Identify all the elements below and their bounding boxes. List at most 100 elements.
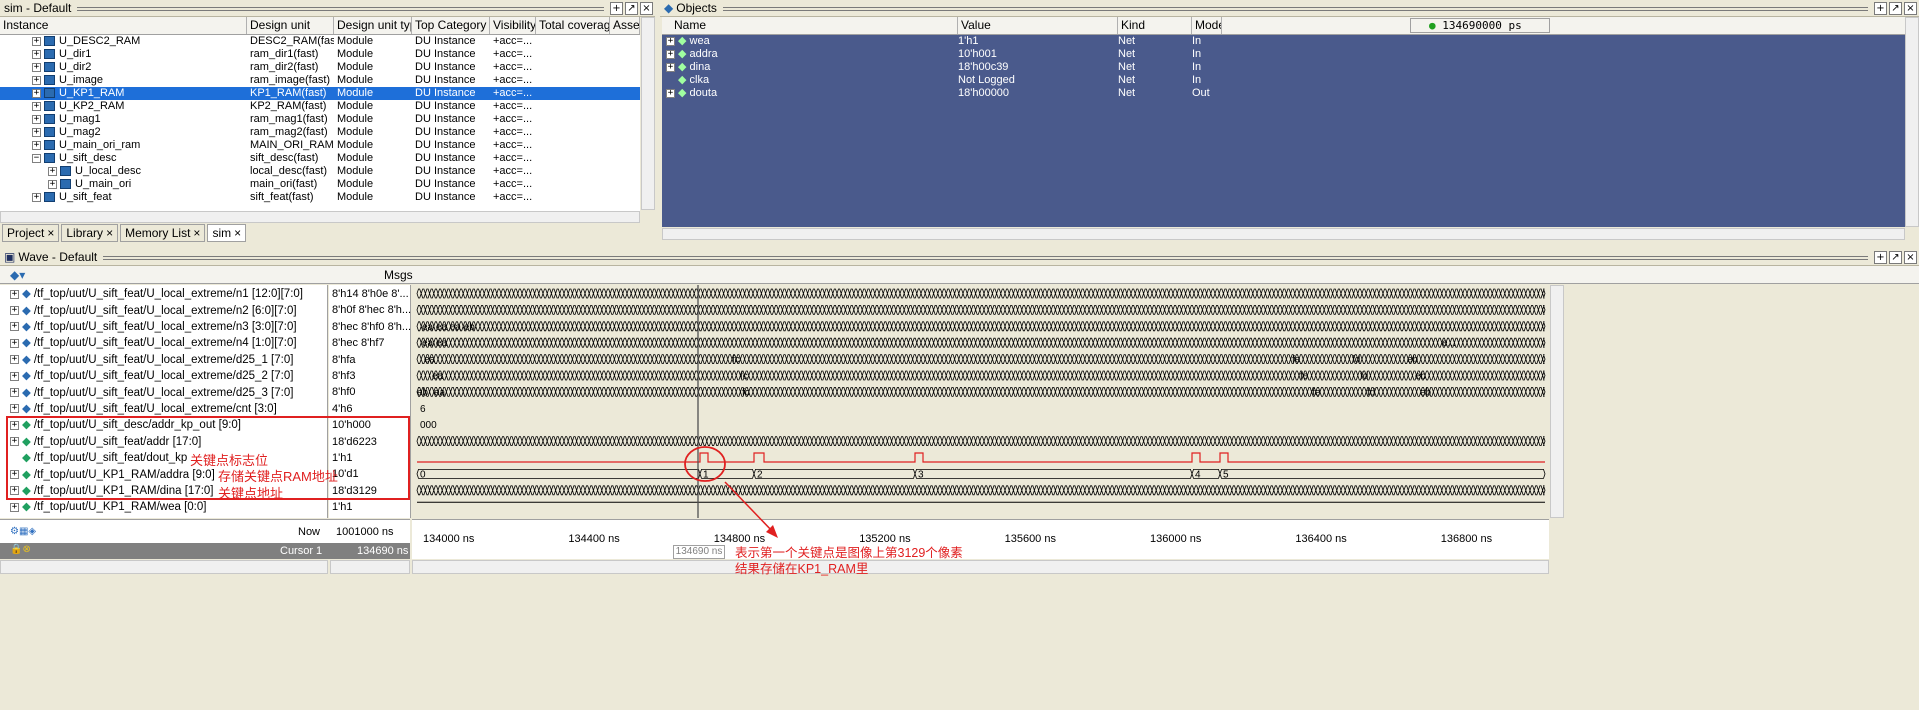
- maximize-icon[interactable]: +: [1874, 250, 1887, 264]
- tree-row[interactable]: + U_dir2 ram_dir2(fast) Module DU Instanc…: [0, 61, 640, 74]
- annotation-kp-addr: 关键点地址: [218, 486, 284, 501]
- names-hscroll[interactable]: [0, 560, 328, 574]
- col-instance[interactable]: Instance: [0, 17, 247, 34]
- expand-icon[interactable]: +: [666, 88, 675, 98]
- tab-sim[interactable]: sim ×: [207, 224, 247, 242]
- expand-icon[interactable]: +: [32, 114, 41, 124]
- drag-grip[interactable]: [103, 254, 1868, 260]
- tree-row[interactable]: + U_sift_feat sift_feat(fast) Module DU I…: [0, 191, 640, 204]
- close-icon[interactable]: ×: [1904, 1, 1917, 15]
- objects-vscroll[interactable]: [1905, 17, 1919, 227]
- values-hscroll[interactable]: [330, 560, 410, 574]
- maximize-icon[interactable]: +: [610, 1, 623, 15]
- undock-icon[interactable]: ↗: [1889, 1, 1902, 15]
- sim-hscroll[interactable]: [0, 211, 640, 223]
- drag-grip[interactable]: [722, 5, 1868, 11]
- expand-icon[interactable]: +: [666, 36, 675, 46]
- expand-icon[interactable]: +: [10, 404, 19, 414]
- signal-row[interactable]: + ◆/tf_top/uut/U_sift_feat/U_local_extrem…: [10, 352, 293, 368]
- wave-label: eb: [1415, 371, 1427, 382]
- expand-icon[interactable]: +: [32, 88, 41, 98]
- expand-icon[interactable]: +: [32, 62, 41, 72]
- expand-icon[interactable]: +: [10, 289, 19, 299]
- tab-memory-list[interactable]: Memory List ×: [120, 224, 206, 242]
- col-asser[interactable]: Asser: [610, 17, 640, 34]
- wave-label: 4: [1195, 469, 1201, 480]
- expand-icon[interactable]: +: [32, 101, 41, 111]
- col-mode[interactable]: Mode: [1192, 17, 1222, 34]
- object-row[interactable]: + ◆ wea 1'h1 Net In: [666, 35, 1232, 48]
- signal-row[interactable]: + ◆/tf_top/uut/U_sift_feat/U_local_extrem…: [10, 286, 303, 302]
- expand-icon[interactable]: +: [48, 166, 57, 176]
- tree-row[interactable]: + U_mag1 ram_mag1(fast) Module DU Instanc…: [0, 113, 640, 126]
- sim-vscroll[interactable]: [641, 17, 655, 210]
- signal-row[interactable]: + ◆/tf_top/uut/U_sift_feat/U_local_extrem…: [10, 384, 293, 400]
- expand-icon[interactable]: +: [32, 127, 41, 137]
- expand-icon[interactable]: +: [32, 140, 41, 150]
- col-design-unit-type[interactable]: Design unit type: [334, 17, 412, 34]
- signal-row[interactable]: + ◆/tf_top/uut/U_sift_feat/U_local_extrem…: [10, 302, 297, 318]
- expand-icon[interactable]: +: [10, 306, 19, 316]
- cursor-lock-icon[interactable]: 🔒⊗: [10, 544, 31, 555]
- drag-grip[interactable]: [77, 5, 604, 11]
- col-kind[interactable]: Kind: [1118, 17, 1192, 34]
- add-signal-icon[interactable]: ◆▾: [10, 268, 25, 282]
- tab-project[interactable]: Project ×: [2, 224, 60, 242]
- col-top-category[interactable]: Top Category: [412, 17, 490, 34]
- tree-row[interactable]: + U_mag2 ram_mag2(fast) Module DU Instanc…: [0, 126, 640, 139]
- signal-name: /tf_top/uut/U_sift_feat/U_local_extreme/…: [33, 402, 277, 415]
- object-row[interactable]: + ◆ dina 18'h00c39 Net In: [666, 61, 1232, 74]
- tree-row[interactable]: +U_main_ori_ram MAIN_ORI_RAM(f... Module…: [0, 139, 640, 152]
- expand-icon[interactable]: +: [10, 502, 19, 512]
- tree-unit: ram_dir2(fast): [250, 61, 319, 73]
- tree-row[interactable]: + U_local_desc local_desc(fast) Module DU…: [0, 165, 640, 178]
- signal-row[interactable]: + ◆/tf_top/uut/U_sift_feat/U_local_extrem…: [10, 368, 293, 384]
- signal-row[interactable]: + ◆/tf_top/uut/U_sift_feat/U_local_extrem…: [10, 319, 297, 335]
- collapse-icon[interactable]: −: [32, 153, 41, 163]
- objects-hscroll[interactable]: [662, 228, 1905, 240]
- col-design-unit[interactable]: Design unit: [247, 17, 334, 34]
- waveform-canvas[interactable]: ea ea ea ebea ea e...ea fc fe fd ebea fc fe fd eb…: [412, 285, 1549, 518]
- tab-library[interactable]: Library ×: [61, 224, 119, 242]
- expand-icon[interactable]: +: [32, 49, 41, 59]
- tree-row[interactable]: + U_dir1 ram_dir1(fast) Module DU Instanc…: [0, 48, 640, 61]
- col-value[interactable]: Value: [958, 17, 1118, 34]
- expand-icon[interactable]: +: [32, 75, 41, 85]
- close-icon[interactable]: ×: [640, 1, 653, 15]
- expand-icon[interactable]: +: [32, 192, 41, 202]
- wave-label: fc: [732, 355, 740, 366]
- signal-row[interactable]: + ◆/tf_top/uut/U_sift_feat/U_local_extrem…: [10, 335, 297, 351]
- undock-icon[interactable]: ↗: [1889, 250, 1902, 264]
- tree-row[interactable]: − U_sift_desc sift_desc(fast) Module DU I…: [0, 152, 640, 165]
- expand-icon[interactable]: +: [10, 355, 19, 365]
- module-icon: [44, 49, 55, 60]
- col-total-coverage[interactable]: Total coverage: [536, 17, 610, 34]
- expand-icon[interactable]: +: [10, 388, 19, 398]
- cursor-row[interactable]: 🔒⊗ Cursor 1 134690 ns: [0, 543, 410, 559]
- undock-icon[interactable]: ↗: [625, 1, 638, 15]
- expand-icon[interactable]: +: [666, 62, 675, 72]
- expand-icon[interactable]: +: [10, 371, 19, 381]
- expand-icon[interactable]: +: [10, 322, 19, 332]
- object-row[interactable]: + ◆ douta 18'h00000 Net Out: [666, 87, 1232, 100]
- signal-row[interactable]: + ◆/tf_top/uut/U_KP1_RAM/wea [0:0]: [10, 499, 206, 515]
- wave-hscroll[interactable]: [412, 560, 1549, 574]
- expand-icon[interactable]: +: [10, 338, 19, 348]
- object-row[interactable]: + ◆ addra 10'h001 Net In: [666, 48, 1232, 61]
- now-icons[interactable]: ⚙▦◈: [10, 526, 36, 537]
- expand-icon[interactable]: +: [48, 179, 57, 189]
- close-icon[interactable]: ×: [1904, 250, 1917, 264]
- tree-row[interactable]: + U_DESC2_RAM DESC2_RAM(fast) Module DU I…: [0, 35, 640, 48]
- col-name[interactable]: Name: [662, 17, 958, 34]
- signal-row[interactable]: + ◆/tf_top/uut/U_sift_feat/U_local_extrem…: [10, 401, 277, 417]
- maximize-icon[interactable]: +: [1874, 1, 1887, 15]
- col-visibility[interactable]: Visibility: [490, 17, 536, 34]
- tree-row[interactable]: + U_image ram_image(fast) Module DU Insta…: [0, 74, 640, 87]
- expand-icon[interactable]: +: [666, 49, 675, 59]
- tree-row[interactable]: + U_main_ori main_ori(fast) Module DU Ins…: [0, 178, 640, 191]
- expand-icon[interactable]: +: [32, 36, 41, 46]
- tree-row[interactable]: + U_KP2_RAM KP2_RAM(fast) Module DU Insta…: [0, 100, 640, 113]
- wave-vscroll[interactable]: [1550, 285, 1564, 518]
- object-row[interactable]: ◆ clka Not Logged Net In: [666, 74, 1232, 87]
- tree-row[interactable]: + U_KP1_RAM KP1_RAM(fast) Module DU Insta…: [0, 87, 640, 100]
